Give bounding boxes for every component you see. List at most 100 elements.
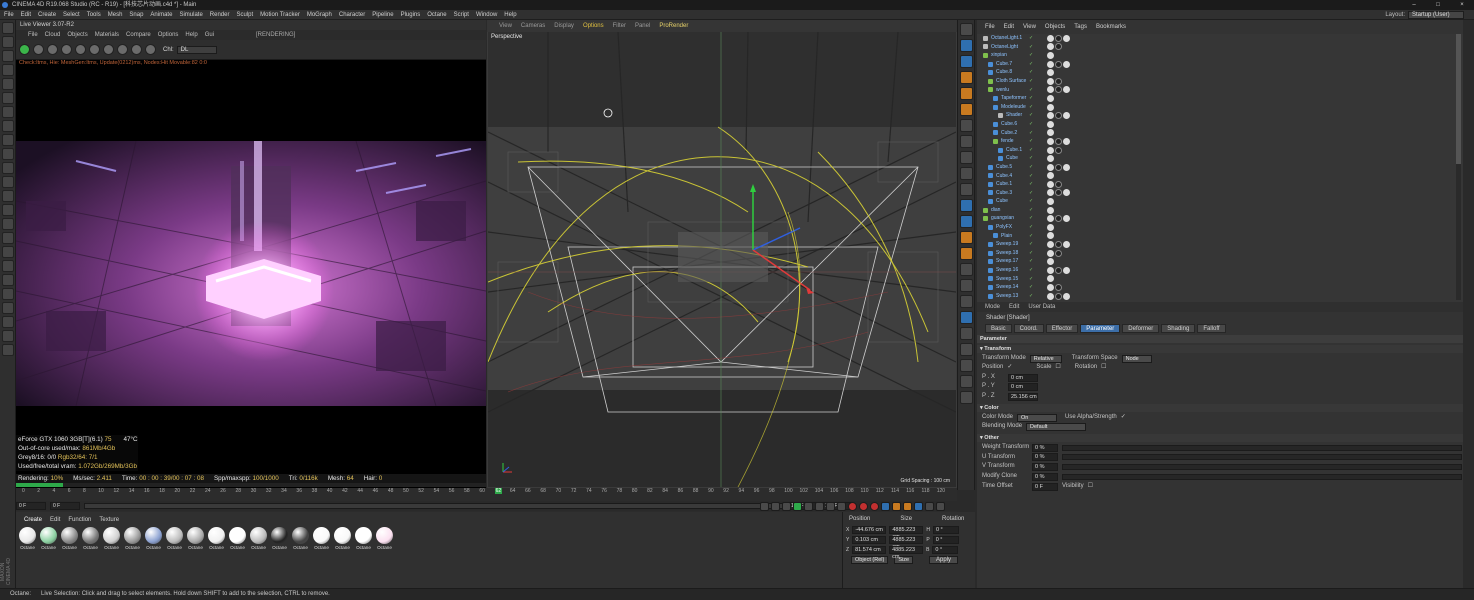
timeline-window-icon[interactable] [936,502,945,511]
lv-menu-cloud[interactable]: Cloud [45,30,61,40]
scrollbar-thumb[interactable] [1456,34,1461,164]
material-tag-icon[interactable] [1047,51,1054,59]
next-frame-icon[interactable] [804,502,813,511]
octane-live-icon[interactable] [960,247,973,260]
material-tag-icon[interactable] [1055,112,1062,120]
material-tag-icon[interactable] [1047,180,1054,188]
obj-menu-edit[interactable]: Edit [1004,20,1014,34]
material-tag-icon[interactable] [1047,120,1054,128]
spline-icon[interactable] [960,279,973,292]
material-tag-icon[interactable] [1047,223,1054,231]
material-tag-icon[interactable] [1047,155,1054,163]
make-editable-icon[interactable] [2,330,14,342]
object-row[interactable]: Sweep.16 ✓ [977,266,1463,275]
light-icon[interactable] [2,302,14,314]
material-swatch[interactable]: Octane [270,527,289,550]
coord-position-field[interactable]: -44.676 cm [852,526,887,534]
material-swatch[interactable]: Octane [60,527,79,550]
z-lock-icon[interactable] [960,151,973,164]
material-swatch[interactable]: Octane [375,527,394,550]
object-visibility-check-icon[interactable]: ✓ [1029,103,1033,112]
tab-parameter[interactable]: Parameter [1080,324,1121,333]
range-slider[interactable] [84,503,784,509]
timeline-ruler[interactable]: 0 2 4 6 8 10 12 14 16 18 20 22 24 26 28 30 32 34 36 38 40 42 4… [16,488,957,498]
material-tag-icon[interactable] [1047,215,1054,223]
material-swatch[interactable]: Octane [123,527,142,550]
y-axis-icon[interactable] [2,134,14,146]
scene-icon[interactable] [960,327,973,340]
material-tag-icon[interactable] [1063,292,1070,300]
nurbs-icon[interactable] [2,274,14,286]
object-row[interactable]: Sweep.18 ✓ [977,249,1463,258]
material-swatch[interactable]: Octane [102,527,121,550]
material-swatch[interactable]: Octane [207,527,226,550]
menu-tools[interactable]: Tools [87,10,101,20]
material-tag-icon[interactable] [1047,34,1054,42]
vp-menu-view[interactable]: View [499,20,512,32]
coord-size-field[interactable]: 4885.223 cm [889,536,924,550]
rotate-icon[interactable] [960,87,973,100]
material-swatch[interactable]: Octane [228,527,247,550]
object-visibility-check-icon[interactable]: ✓ [1029,275,1033,284]
material-swatch[interactable]: Octane [312,527,331,550]
mat-menu-edit[interactable]: Edit [50,517,60,523]
object-row[interactable]: OctaneLight.1 ✓ [977,34,1463,43]
lv-menu-options[interactable]: Options [158,30,179,40]
object-row[interactable]: Cube.6 ✓ [977,120,1463,129]
object-row[interactable]: Sweep.19 ✓ [977,240,1463,249]
object-visibility-check-icon[interactable]: ✓ [1029,154,1033,163]
object-row[interactable]: fende ✓ [977,137,1463,146]
material-swatch[interactable]: Octane [39,527,58,550]
object-visibility-check-icon[interactable]: ✓ [1029,77,1033,86]
render-settings-icon[interactable] [960,215,973,228]
menu-create[interactable]: Create [38,10,56,20]
menu-script[interactable]: Script [454,10,469,20]
obj-menu-bookmarks[interactable]: Bookmarks [1096,20,1126,34]
object-visibility-check-icon[interactable]: ✓ [1029,257,1033,266]
object-row[interactable]: Sweep.15 ✓ [977,275,1463,284]
lv-menu-help[interactable]: Help [185,30,197,40]
loop-icon[interactable] [837,502,846,511]
material-tag-icon[interactable] [1055,249,1062,257]
channel-dropdown[interactable]: DL [176,45,217,54]
maximize-button[interactable]: □ [1426,0,1450,10]
section-color[interactable]: ▾ Color [977,404,1463,412]
object-row[interactable]: Tapeformer ✓ [977,94,1463,103]
material-tag-icon[interactable] [1063,241,1070,249]
octane-icon[interactable] [960,231,973,244]
coord-mode-dropdown[interactable]: Object (Rel) [851,556,889,564]
visibility-checkbox[interactable]: ☐ [1088,482,1093,491]
floor-icon[interactable] [960,359,973,372]
param-key-icon[interactable] [914,502,923,511]
menu-help[interactable]: Help [504,10,516,20]
edit-render-icon[interactable] [2,204,14,216]
menu-window[interactable]: Window [476,10,497,20]
material-tag-icon[interactable] [1047,129,1054,137]
go-start-icon[interactable] [760,502,769,511]
start-frame-field[interactable]: 0 F [16,502,46,510]
object-row[interactable]: Cube.1 ✓ [977,146,1463,155]
menu-select[interactable]: Select [63,10,80,20]
other-param-field[interactable]: 0 % [1032,472,1058,481]
coord-position-field[interactable]: 0.103 cm [852,536,887,544]
menu-sculpt[interactable]: Sculpt [236,10,253,20]
tab-falloff[interactable]: Falloff [1197,324,1226,333]
material-tag-icon[interactable] [1055,266,1062,274]
pla-key-icon[interactable] [925,502,934,511]
material-tag-icon[interactable] [1055,215,1062,223]
object-row[interactable]: wenlu ✓ [977,86,1463,95]
record-icon[interactable] [848,502,857,511]
pointer-icon[interactable] [960,39,973,52]
blending-mode-dropdown[interactable]: Default [1026,422,1087,431]
other-param-field[interactable]: 0 % [1032,453,1058,462]
material-tag-icon[interactable] [1055,77,1062,85]
lv-menu-objects[interactable]: Objects [67,30,87,40]
material-tag-icon[interactable] [1063,215,1070,223]
object-visibility-check-icon[interactable]: ✓ [1029,51,1033,60]
move-icon[interactable] [2,64,14,76]
vp-menu-cameras[interactable]: Cameras [521,20,545,32]
camera-icon[interactable] [960,343,973,356]
material-swatch[interactable]: Octane [81,527,100,550]
object-visibility-check-icon[interactable]: ✓ [1029,266,1033,275]
object-row[interactable]: Cube.8 ✓ [977,68,1463,77]
